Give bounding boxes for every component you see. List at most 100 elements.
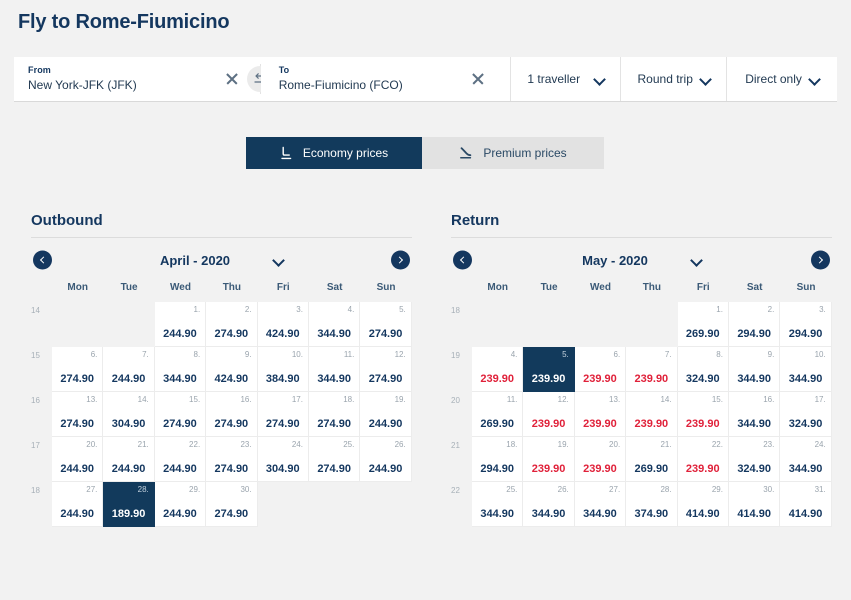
day-cell[interactable]: 19. 239.90: [523, 437, 575, 482]
day-cell[interactable]: 14. 239.90: [626, 392, 678, 437]
day-cell[interactable]: 1. 244.90: [154, 302, 207, 347]
chevron-left-icon[interactable]: [33, 250, 52, 270]
day-cell[interactable]: 26. 344.90: [523, 482, 575, 527]
day-number: 12.: [557, 395, 569, 404]
day-number: 1.: [193, 305, 201, 314]
chevron-down-icon: [692, 256, 701, 265]
day-cell[interactable]: 8. 344.90: [154, 347, 207, 392]
dow-label: Wed: [170, 282, 191, 293]
travellers-select[interactable]: 1 traveller: [510, 57, 621, 101]
month-selector-outbound[interactable]: April - 2020: [160, 253, 283, 268]
month-selector-return[interactable]: May - 2020: [582, 253, 701, 268]
day-number: 2.: [244, 305, 252, 314]
from-field[interactable]: From New York-JFK (JFK): [14, 57, 260, 101]
day-cell[interactable]: 3. 294.90: [780, 302, 832, 347]
day-cell[interactable]: 9. 344.90: [728, 347, 781, 392]
day-cell[interactable]: 19. 244.90: [360, 392, 412, 437]
day-number: 15.: [189, 395, 201, 404]
day-cell[interactable]: 15. 274.90: [154, 392, 207, 437]
day-cell[interactable]: 29. 414.90: [677, 482, 729, 527]
day-cell[interactable]: 10. 344.90: [780, 347, 832, 392]
day-cell[interactable]: 20. 244.90: [52, 437, 104, 482]
clear-to-icon[interactable]: [470, 71, 486, 87]
day-cell[interactable]: 23. 274.90: [206, 437, 258, 482]
day-price: 274.90: [214, 328, 249, 340]
day-cell[interactable]: 2. 274.90: [206, 302, 258, 347]
chevron-right-icon[interactable]: [391, 250, 410, 270]
calendar-nav-outbound: April - 2020: [31, 238, 412, 282]
day-cell[interactable]: 4. 344.90: [308, 302, 361, 347]
day-cell[interactable]: 6. 239.90: [574, 347, 627, 392]
day-cell[interactable]: 18. 294.90: [472, 437, 524, 482]
day-cell[interactable]: 17. 324.90: [780, 392, 832, 437]
day-cell[interactable]: 16. 274.90: [206, 392, 258, 437]
day-price: 269.90: [685, 328, 720, 340]
chevron-right-icon[interactable]: [811, 250, 830, 270]
day-cell[interactable]: 27. 344.90: [574, 482, 627, 527]
day-cell[interactable]: 16. 344.90: [728, 392, 781, 437]
day-cell[interactable]: 15. 239.90: [677, 392, 729, 437]
month-label-return: May - 2020: [582, 252, 648, 268]
day-cell[interactable]: 27. 244.90: [52, 482, 104, 527]
day-price: 244.90: [368, 463, 403, 475]
day-cell[interactable]: 30. 414.90: [728, 482, 781, 527]
day-cell[interactable]: 12. 239.90: [523, 392, 575, 437]
day-cell[interactable]: 10. 384.90: [257, 347, 309, 392]
tab-economy-prices[interactable]: Economy prices: [246, 137, 422, 169]
day-cell[interactable]: 21. 244.90: [103, 437, 155, 482]
day-cell[interactable]: 11. 344.90: [308, 347, 361, 392]
day-cell[interactable]: 20. 239.90: [574, 437, 627, 482]
day-price: 274.90: [214, 418, 249, 430]
day-cell[interactable]: 29. 244.90: [154, 482, 207, 527]
day-price: 244.90: [163, 328, 197, 340]
day-cell[interactable]: 26. 244.90: [360, 437, 412, 482]
day-cell[interactable]: 28. 374.90: [626, 482, 678, 527]
day-cell[interactable]: 1. 269.90: [677, 302, 729, 347]
day-cell[interactable]: 7. 239.90: [626, 347, 678, 392]
day-price: 274.90: [265, 418, 300, 430]
chevron-left-icon[interactable]: [453, 250, 472, 270]
day-number: 23.: [763, 440, 775, 449]
day-cell[interactable]: 22. 239.90: [677, 437, 729, 482]
dow-label: Sun: [376, 282, 396, 293]
day-cell[interactable]: 17. 274.90: [257, 392, 309, 437]
week-cells: 4. 239.90 5. 239.90 6. 239.90 7. 239.90 8. 324.90…: [472, 347, 832, 392]
day-cell[interactable]: 30. 274.90: [206, 482, 258, 527]
day-cell[interactable]: 4. 239.90: [472, 347, 524, 392]
day-cell[interactable]: 11. 269.90: [472, 392, 524, 437]
week-cells: 18. 294.90 19. 239.90 20. 239.90 21. 269.90 22. 2…: [472, 437, 832, 482]
calendar-return: Return May - 2020 Mon Tue Wed Thu Fri Sat Sun 18 1…: [451, 212, 832, 527]
day-cell[interactable]: 12. 274.90: [360, 347, 412, 392]
trip-type-select[interactable]: Round trip: [620, 57, 727, 101]
day-cell[interactable]: 2. 294.90: [728, 302, 781, 347]
day-cell[interactable]: 8. 324.90: [677, 347, 729, 392]
day-cell[interactable]: 25. 344.90: [472, 482, 524, 527]
clear-from-icon[interactable]: [224, 71, 240, 87]
day-cell[interactable]: 13. 274.90: [52, 392, 104, 437]
day-cell[interactable]: 3. 424.90: [257, 302, 309, 347]
day-cell[interactable]: 13. 239.90: [574, 392, 627, 437]
chevron-down-icon: [274, 256, 283, 265]
day-cell[interactable]: 7. 244.90: [103, 347, 155, 392]
day-cell-selected[interactable]: 28. 189.90: [103, 482, 155, 527]
day-cell[interactable]: 9. 424.90: [206, 347, 258, 392]
day-cell[interactable]: 22. 244.90: [154, 437, 207, 482]
day-cell[interactable]: 14. 304.90: [103, 392, 155, 437]
direct-only-select[interactable]: Direct only: [726, 57, 837, 101]
day-cell[interactable]: 21. 269.90: [626, 437, 678, 482]
price-class-tabs: Economy prices Premium prices: [246, 137, 604, 169]
day-cell-selected[interactable]: 5. 239.90: [523, 347, 575, 392]
day-cell[interactable]: 5. 274.90: [360, 302, 412, 347]
day-cell[interactable]: 24. 304.90: [257, 437, 309, 482]
day-price: 274.90: [317, 463, 351, 475]
to-field[interactable]: To Rome-Fiumicino (FCO): [260, 57, 511, 101]
day-cell[interactable]: 25. 274.90: [308, 437, 361, 482]
day-cell[interactable]: 6. 274.90: [52, 347, 104, 392]
day-cell[interactable]: 24. 344.90: [780, 437, 832, 482]
day-cell[interactable]: 23. 324.90: [728, 437, 781, 482]
day-price: 269.90: [480, 418, 515, 430]
day-cell[interactable]: 31. 414.90: [780, 482, 832, 527]
day-cell[interactable]: 18. 274.90: [308, 392, 361, 437]
flight-price-calendar-page: Fly to Rome-Fiumicino From New York-JFK …: [0, 0, 851, 600]
tab-premium-prices[interactable]: Premium prices: [422, 137, 604, 169]
